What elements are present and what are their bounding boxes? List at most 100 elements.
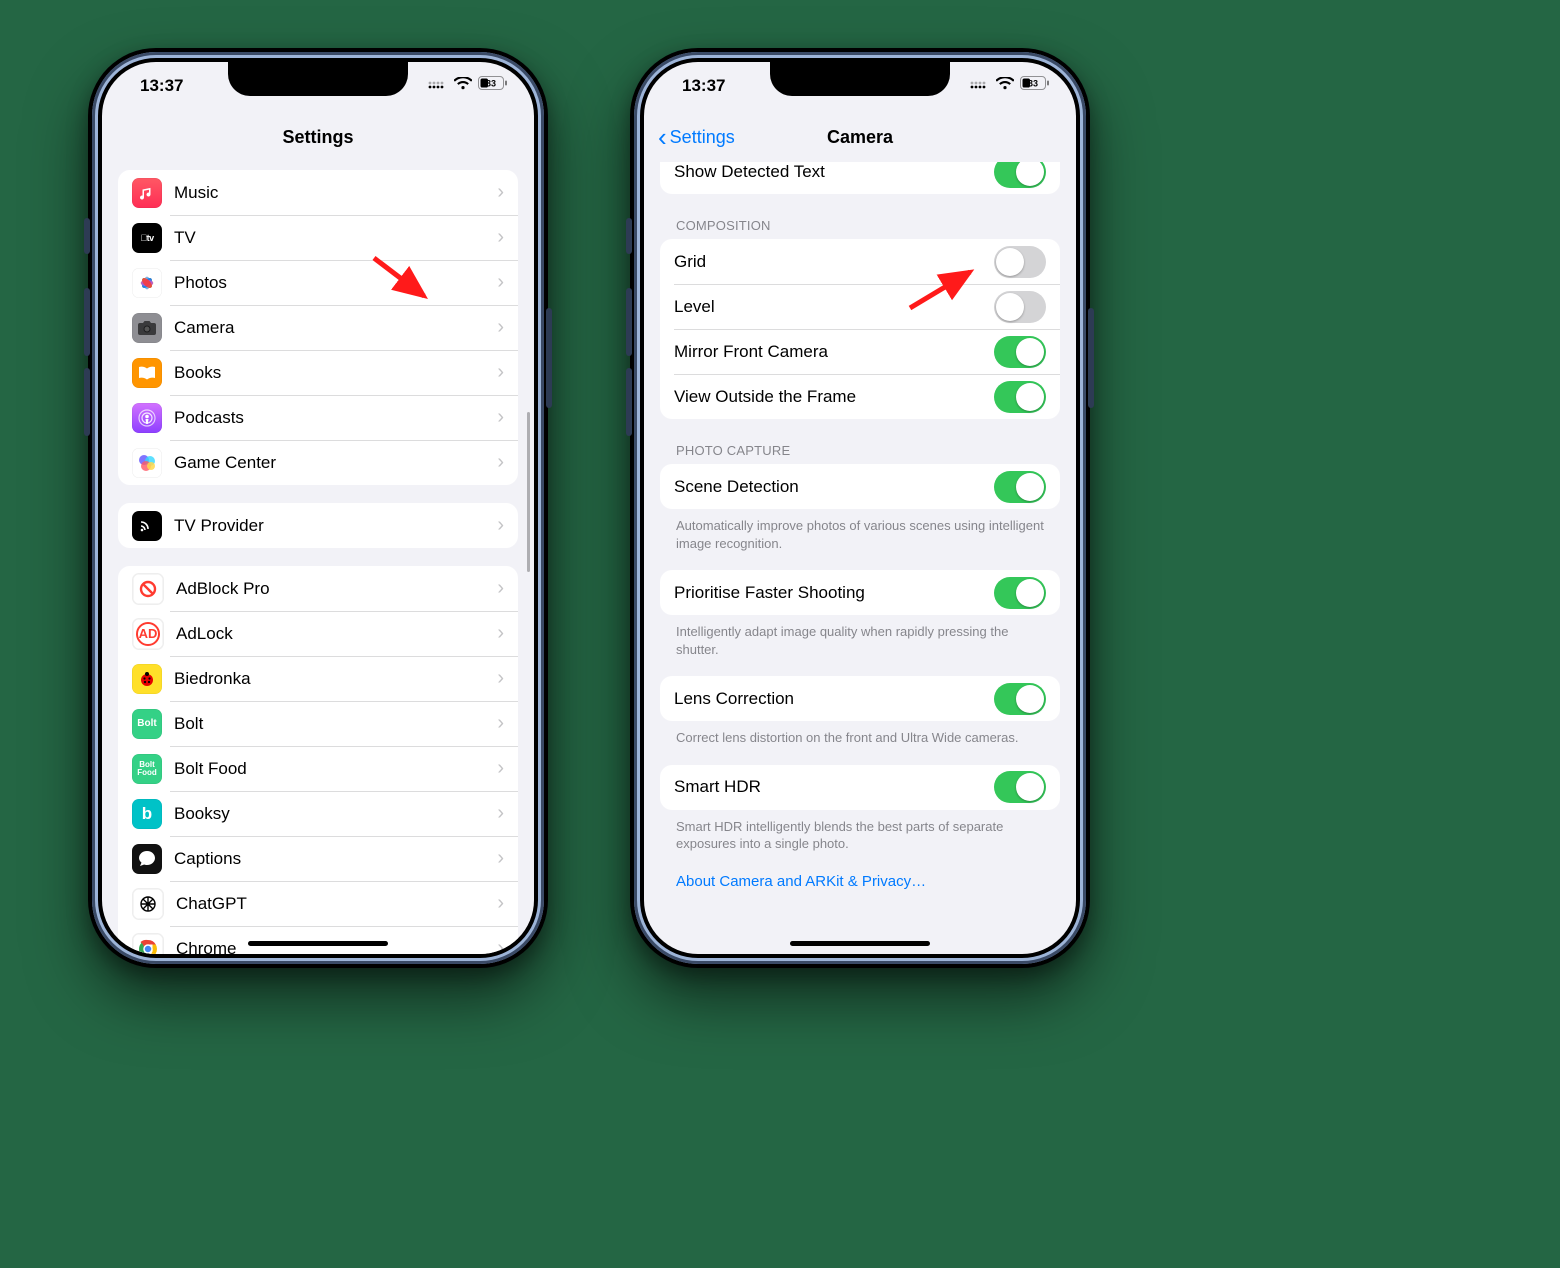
row-label: Smart HDR (674, 777, 994, 797)
row-label: Show Detected Text (674, 162, 994, 182)
row-prioritise-faster[interactable]: Prioritise Faster Shooting (660, 570, 1060, 615)
group-tvprovider: TV Provider › (118, 503, 518, 548)
battery-icon: 33 (478, 76, 508, 90)
row-scene-detection[interactable]: Scene Detection (660, 464, 1060, 509)
chevron-right-icon: › (497, 892, 504, 915)
row-adblock[interactable]: AdBlock Pro › (118, 566, 518, 611)
footer-prioritise: Intelligently adapt image quality when r… (676, 623, 1044, 658)
row-smart-hdr[interactable]: Smart HDR (660, 765, 1060, 810)
row-grid[interactable]: Grid (660, 239, 1060, 284)
row-label: ChatGPT (176, 894, 497, 914)
footer-hdr: Smart HDR intelligently blends the best … (676, 818, 1044, 853)
row-label: Podcasts (174, 408, 497, 428)
row-photos[interactable]: Photos › (118, 260, 518, 305)
status-right: 33 (428, 76, 508, 90)
row-view-outside-frame[interactable]: View Outside the Frame (660, 374, 1060, 419)
battery-icon: 33 (1020, 76, 1050, 90)
screen: 13:37 33 Settings (102, 62, 534, 954)
row-show-detected-text[interactable]: Show Detected Text (660, 162, 1060, 194)
chevron-right-icon: › (497, 361, 504, 384)
section-header-composition: COMPOSITION (676, 218, 1044, 233)
chevron-right-icon: › (497, 514, 504, 537)
row-label: Prioritise Faster Shooting (674, 583, 994, 603)
phone-settings: 13:37 33 Settings (88, 48, 548, 968)
row-label: Level (674, 297, 994, 317)
row-label: Bolt (174, 714, 497, 734)
row-label: AdLock (176, 624, 497, 644)
adlock-icon: AD (132, 618, 164, 650)
row-label: Music (174, 183, 497, 203)
toggle[interactable] (994, 771, 1046, 803)
bolt-icon: Bolt (132, 709, 162, 739)
row-tvprovider[interactable]: TV Provider › (118, 503, 518, 548)
footer-lens: Correct lens distortion on the front and… (676, 729, 1044, 747)
chevron-right-icon: › (497, 667, 504, 690)
row-mirror-front-camera[interactable]: Mirror Front Camera (660, 329, 1060, 374)
row-label: Captions (174, 849, 497, 869)
content[interactable]: Music › tv TV › Photos › (102, 162, 534, 954)
group-thirdparty: AdBlock Pro › AD AdLock › Biedronka › (118, 566, 518, 954)
row-level[interactable]: Level (660, 284, 1060, 329)
toggle[interactable] (994, 683, 1046, 715)
row-adlock[interactable]: AD AdLock › (118, 611, 518, 656)
phone-camera-settings: 13:37 33 ‹ Settings (630, 48, 1090, 968)
row-captions[interactable]: Captions › (118, 836, 518, 881)
row-label: Biedronka (174, 669, 497, 689)
row-music[interactable]: Music › (118, 170, 518, 215)
toggle[interactable] (994, 471, 1046, 503)
captions-icon (132, 844, 162, 874)
toggle[interactable] (994, 381, 1046, 413)
row-label: Lens Correction (674, 689, 994, 709)
home-indicator[interactable] (248, 941, 388, 946)
chevron-right-icon: › (497, 937, 504, 954)
row-bolt[interactable]: Bolt Bolt › (118, 701, 518, 746)
home-indicator[interactable] (790, 941, 930, 946)
chevron-right-icon: › (497, 712, 504, 735)
chevron-right-icon: › (497, 181, 504, 204)
screen: 13:37 33 ‹ Settings (644, 62, 1076, 954)
stage: 13:37 33 Settings (0, 0, 1560, 1268)
section-header-photo: PHOTO CAPTURE (676, 443, 1044, 458)
content[interactable]: Show Detected Text COMPOSITION Grid Leve… (644, 162, 1076, 954)
row-gamecenter[interactable]: Game Center › (118, 440, 518, 485)
toggle[interactable] (994, 291, 1046, 323)
row-biedronka[interactable]: Biedronka › (118, 656, 518, 701)
back-button[interactable]: ‹ Settings (658, 112, 735, 162)
row-chatgpt[interactable]: ChatGPT › (118, 881, 518, 926)
toggle[interactable] (994, 577, 1046, 609)
status-time: 13:37 (682, 76, 725, 96)
chevron-left-icon: ‹ (658, 124, 667, 150)
chevron-right-icon: › (497, 226, 504, 249)
row-boltfood[interactable]: BoltFood Bolt Food › (118, 746, 518, 791)
row-camera[interactable]: Camera › (118, 305, 518, 350)
toggle[interactable] (994, 162, 1046, 188)
chevron-right-icon: › (497, 802, 504, 825)
row-label: Grid (674, 252, 994, 272)
adblock-icon (132, 573, 164, 605)
row-tv[interactable]: tv TV › (118, 215, 518, 260)
page-title: Settings (282, 127, 353, 148)
row-label: Photos (174, 273, 497, 293)
row-booksy[interactable]: b Booksy › (118, 791, 518, 836)
row-label: Booksy (174, 804, 497, 824)
toggle[interactable] (994, 336, 1046, 368)
chevron-right-icon: › (497, 622, 504, 645)
chevron-right-icon: › (497, 406, 504, 429)
group-scene: Scene Detection (660, 464, 1060, 509)
link-about-camera-privacy[interactable]: About Camera and ARKit & Privacy… (676, 873, 1044, 890)
row-label: Camera (174, 318, 497, 338)
status-time: 13:37 (140, 76, 183, 96)
group-hdr: Smart HDR (660, 765, 1060, 810)
row-lens-correction[interactable]: Lens Correction (660, 676, 1060, 721)
chevron-right-icon: › (497, 757, 504, 780)
row-podcasts[interactable]: Podcasts › (118, 395, 518, 440)
chevron-right-icon: › (497, 316, 504, 339)
row-chrome[interactable]: Chrome › (118, 926, 518, 954)
toggle[interactable] (994, 246, 1046, 278)
biedronka-icon (132, 664, 162, 694)
notch (228, 62, 408, 96)
booksy-icon: b (132, 799, 162, 829)
row-books[interactable]: Books › (118, 350, 518, 395)
wifi-icon (996, 77, 1014, 90)
scrollbar[interactable] (527, 412, 530, 572)
